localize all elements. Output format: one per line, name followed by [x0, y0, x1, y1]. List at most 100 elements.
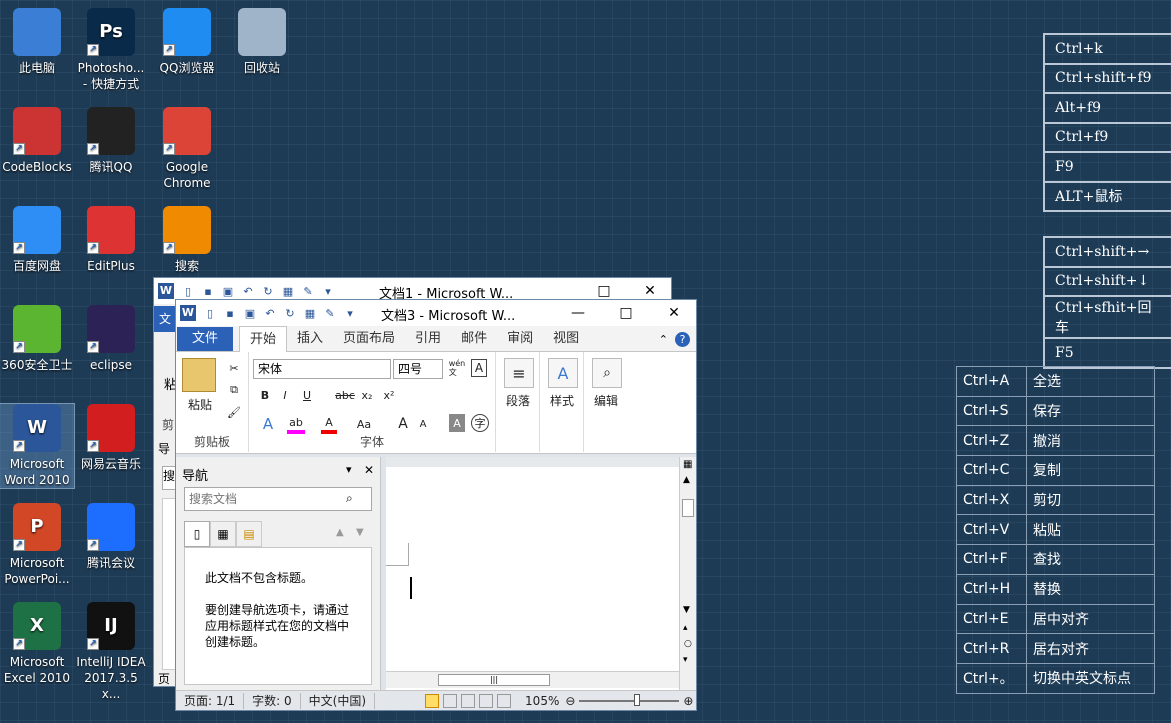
tab-file[interactable]: 文件: [177, 327, 233, 351]
search-box[interactable]: 搜: [162, 466, 176, 490]
save-icon[interactable]: ▪: [201, 284, 215, 298]
paste-icon[interactable]: [182, 358, 216, 392]
draft-icon[interactable]: [497, 693, 512, 708]
scroll-up-icon[interactable]: ▲: [683, 475, 690, 485]
desktop-icon-netease-music[interactable]: ↗ 网易云音乐: [74, 404, 148, 472]
headings-view-icon[interactable]: ▯: [184, 521, 210, 547]
highlight-icon[interactable]: ab: [287, 414, 305, 434]
web-layout-icon[interactable]: [461, 693, 476, 708]
grow-font-button[interactable]: A: [395, 414, 411, 434]
ruler-toggle-icon[interactable]: ▦: [683, 459, 692, 470]
minimize-button[interactable]: —: [558, 300, 598, 326]
tab-references[interactable]: 引用: [405, 327, 451, 351]
collapse-ribbon-icon[interactable]: ⌃: [659, 333, 668, 346]
print-preview-icon[interactable]: ▣: [221, 284, 235, 298]
document-page[interactable]: [386, 467, 679, 690]
reading-layout-icon[interactable]: [443, 693, 458, 708]
tab-insert[interactable]: 插入: [287, 327, 333, 351]
undo-icon[interactable]: ↶: [263, 306, 277, 320]
desktop-icon-tencent-qq[interactable]: ↗ 腾讯QQ: [74, 107, 148, 175]
superscript-button[interactable]: x²: [381, 386, 397, 404]
tab-home[interactable]: 开始: [239, 326, 288, 352]
close-button[interactable]: ✕: [654, 300, 694, 326]
binoculars-icon[interactable]: ⌕: [592, 358, 622, 388]
next-page-icon[interactable]: ▾: [683, 655, 688, 665]
horizontal-scrollbar[interactable]: |||: [386, 671, 679, 688]
page-count[interactable]: 页面: 1/1: [176, 692, 245, 709]
word-window-doc3[interactable]: W ▯ ▪ ▣ ↶ ↻ ▦ ✎ ▾ 文档3 - Microsoft W... —…: [175, 299, 697, 711]
desktop-icon-google-chrome[interactable]: ↗ Google Chrome: [150, 107, 224, 191]
paragraph-button[interactable]: 段落: [496, 392, 540, 409]
customize-icon[interactable]: ▾: [343, 306, 357, 320]
char-shading-button[interactable]: A: [449, 414, 465, 432]
char-border-icon[interactable]: A: [471, 359, 487, 377]
format-painter-icon[interactable]: 🖌: [226, 404, 242, 420]
subscript-button[interactable]: x₂: [359, 386, 375, 404]
outline-icon[interactable]: [479, 693, 494, 708]
new-doc-icon[interactable]: ▯: [181, 284, 195, 298]
zoom-in-icon[interactable]: ⊕: [683, 694, 693, 708]
bold-button[interactable]: B: [257, 386, 273, 404]
next-icon[interactable]: ▼: [356, 527, 364, 538]
vertical-scrollbar[interactable]: ▦ ▲ ▼ ▴ ○ ▾: [679, 457, 696, 690]
save-icon[interactable]: ▪: [223, 306, 237, 320]
desktop-icon-word-2010[interactable]: W ↗ Microsoft Word 2010: [0, 403, 75, 489]
desktop-icon-qq-browser[interactable]: ↗ QQ浏览器: [150, 8, 224, 76]
desktop-icon-360-security[interactable]: ↗ 360安全卫士: [0, 305, 74, 373]
font-color-icon[interactable]: A: [321, 414, 337, 434]
table-icon[interactable]: ▦: [281, 284, 295, 298]
nav-menu-icon[interactable]: ▾: [346, 463, 352, 476]
desktop-icon-powerpoint[interactable]: P ↗ Microsoft PowerPoi...: [0, 503, 74, 587]
desktop-icon-eclipse[interactable]: ↗ eclipse: [74, 305, 148, 373]
scroll-thumb[interactable]: [682, 499, 694, 517]
cut-icon[interactable]: ✂: [226, 360, 242, 376]
undo-icon[interactable]: ↶: [241, 284, 255, 298]
text-effects-icon[interactable]: A: [259, 414, 277, 434]
styles-button[interactable]: 样式: [540, 392, 584, 409]
search-icon[interactable]: ⌕: [346, 491, 353, 506]
desktop-icon-intellij-idea[interactable]: IJ ↗ IntelliJ IDEA 2017.3.5 x...: [74, 602, 148, 702]
tab-review[interactable]: 审阅: [497, 327, 543, 351]
nav-close-icon[interactable]: ✕: [364, 463, 374, 477]
language[interactable]: 中文(中国): [301, 692, 376, 709]
print-layout-icon[interactable]: [425, 693, 440, 708]
desktop-icon-editplus[interactable]: ↗ EditPlus: [74, 206, 148, 274]
copy-icon[interactable]: ⧉: [226, 382, 242, 398]
help-icon[interactable]: ?: [675, 332, 690, 347]
desktop-icon-photoshop-shortcut[interactable]: Ps ↗ Photosho... - 快捷方式: [74, 8, 148, 92]
tab-page-layout[interactable]: 页面布局: [333, 327, 405, 351]
zoom-slider[interactable]: [579, 693, 680, 706]
results-view-icon[interactable]: ▤: [236, 521, 262, 547]
print-preview-icon[interactable]: ▣: [243, 306, 257, 320]
editing-button[interactable]: 编辑: [584, 392, 628, 409]
file-tab[interactable]: 文: [154, 306, 176, 332]
italic-button[interactable]: I: [277, 386, 293, 404]
word-count[interactable]: 字数: 0: [244, 692, 301, 709]
shrink-font-button[interactable]: A: [415, 414, 431, 434]
phonetic-guide-icon[interactable]: wén 文: [447, 357, 467, 379]
desktop-icon-search[interactable]: ↗ 搜索: [150, 206, 224, 274]
scroll-down-icon[interactable]: ▼: [683, 605, 690, 615]
edit-icon[interactable]: ✎: [301, 284, 315, 298]
customize-icon[interactable]: ▾: [321, 284, 335, 298]
desktop-icon-tencent-meeting[interactable]: ↗ 腾讯会议: [74, 503, 148, 571]
font-name-select[interactable]: 宋体: [253, 359, 391, 379]
desktop-icon-this-pc[interactable]: 此电脑: [0, 8, 74, 76]
hscroll-thumb[interactable]: |||: [438, 674, 550, 686]
strikethrough-button[interactable]: abc: [335, 386, 355, 404]
font-size-select[interactable]: 四号: [393, 359, 443, 379]
redo-icon[interactable]: ↻: [283, 306, 297, 320]
enclose-char-button[interactable]: 字: [471, 414, 489, 432]
tab-view[interactable]: 视图: [543, 327, 589, 351]
paragraph-icon[interactable]: ≡: [504, 358, 534, 388]
tab-mailings[interactable]: 邮件: [451, 327, 497, 351]
edit-icon[interactable]: ✎: [323, 306, 337, 320]
paste-button[interactable]: 粘贴: [180, 396, 220, 413]
prev-page-icon[interactable]: ▴: [683, 623, 688, 633]
zoom-thumb[interactable]: [634, 693, 641, 706]
new-doc-icon[interactable]: ▯: [203, 306, 217, 320]
zoom-level[interactable]: 105%: [525, 694, 559, 708]
styles-icon[interactable]: A: [548, 358, 578, 388]
desktop-icon-codeblocks[interactable]: ↗ CodeBlocks: [0, 107, 74, 175]
prev-icon[interactable]: ▲: [336, 527, 344, 538]
